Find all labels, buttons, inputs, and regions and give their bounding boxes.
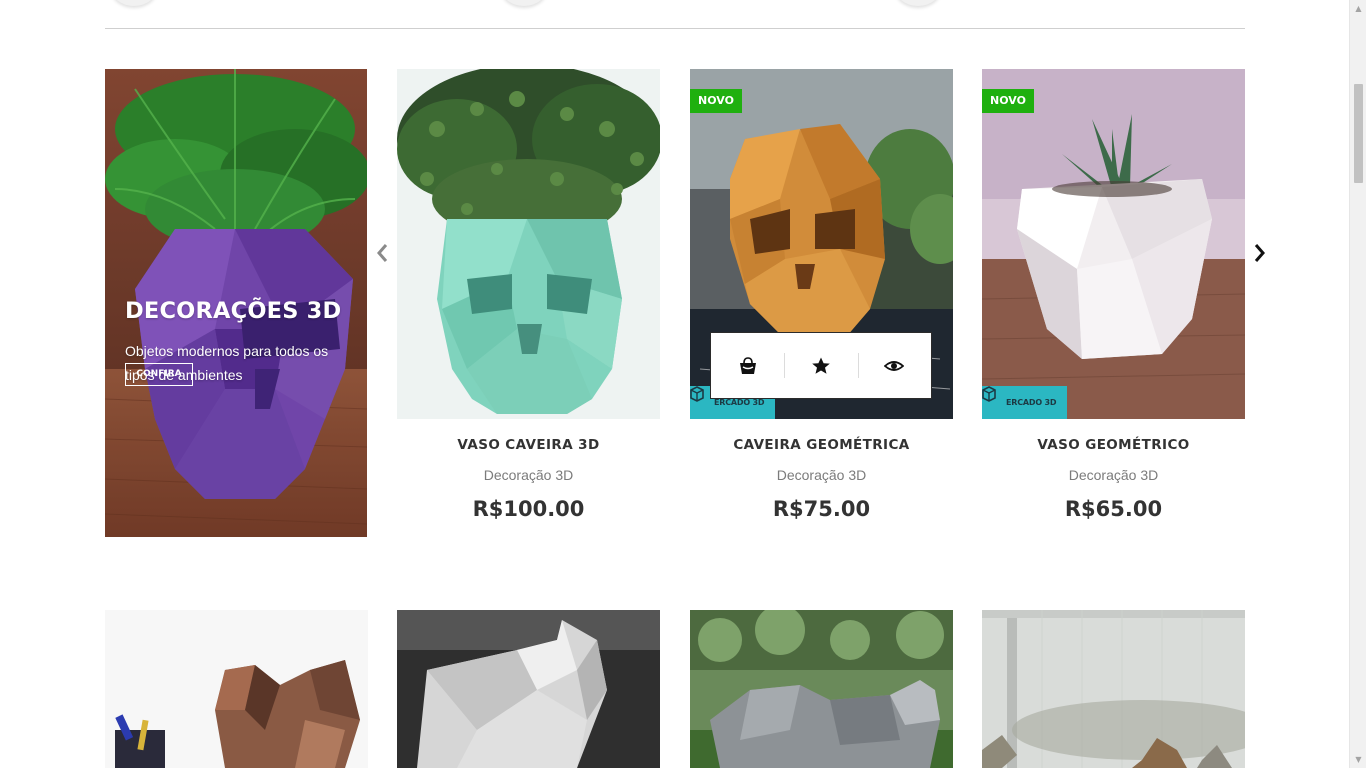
product-price: R$65.00 [1064, 497, 1163, 521]
scroll-down-icon[interactable]: ▼ [1350, 751, 1366, 768]
brand-tag: ERCADO 3D [982, 386, 1067, 419]
chevron-left-icon [377, 244, 388, 262]
product-name[interactable]: VASO GEOMÉTRICO [982, 437, 1245, 453]
product-image[interactable] [397, 69, 660, 419]
category-circle[interactable] [894, 0, 942, 6]
product-image[interactable] [982, 610, 1245, 768]
product-actions-bar [710, 332, 932, 399]
product-image[interactable] [105, 610, 368, 768]
eye-icon [884, 360, 905, 371]
quick-view-button[interactable] [857, 333, 931, 398]
brand-name: ERCADO 3D [1006, 398, 1057, 407]
product-image[interactable] [397, 610, 660, 768]
product-name[interactable]: VASO CAVEIRA 3D [397, 437, 660, 453]
category-circle[interactable] [500, 0, 548, 6]
product-image[interactable] [690, 610, 953, 768]
add-to-cart-button[interactable] [711, 333, 784, 398]
chevron-right-icon [1254, 244, 1265, 262]
cube-logo-icon [982, 386, 996, 402]
shopping-bag-icon [739, 356, 756, 374]
carousel-next-button[interactable] [1250, 240, 1270, 266]
category-banner[interactable]: DECORAÇÕES 3D Objetos modernos para todo… [105, 69, 367, 537]
product-category[interactable]: Decoração 3D [397, 467, 660, 483]
new-badge: NOVO [982, 89, 1034, 113]
confira-button[interactable]: CONFIRA [125, 363, 193, 386]
product-card[interactable]: NOVO ERCADO 3D CAVEIRA GEOMÉTRICA Decora… [690, 69, 953, 539]
scrollbar-thumb[interactable] [1354, 84, 1363, 183]
product-card[interactable]: NOVO ERCADO 3D VASO GEOMÉTRICO Decoração… [982, 69, 1245, 539]
product-name[interactable]: CAVEIRA GEOMÉTRICA [690, 437, 953, 453]
page: DECORAÇÕES 3D Objetos modernos para todo… [0, 0, 1366, 768]
add-to-wishlist-button[interactable] [784, 333, 857, 398]
product-price: R$75.00 [772, 497, 871, 521]
banner-title: DECORAÇÕES 3D [125, 298, 342, 324]
new-badge: NOVO [690, 89, 742, 113]
product-category[interactable]: Decoração 3D [982, 467, 1245, 483]
category-circle[interactable] [110, 0, 158, 6]
section-divider [105, 28, 1245, 29]
product-card[interactable]: VASO CAVEIRA 3D Decoração 3D R$100.00 [397, 69, 660, 539]
brand-name: ERCADO 3D [714, 398, 765, 407]
carousel-prev-button[interactable] [372, 240, 392, 266]
star-icon [812, 357, 830, 374]
cube-logo-icon [690, 386, 704, 402]
product-category[interactable]: Decoração 3D [690, 467, 953, 483]
product-price: R$100.00 [472, 497, 585, 521]
scroll-up-icon[interactable]: ▲ [1350, 0, 1366, 17]
product-image[interactable]: NOVO ERCADO 3D [982, 69, 1245, 419]
vertical-scrollbar[interactable]: ▲ ▼ [1349, 0, 1366, 768]
